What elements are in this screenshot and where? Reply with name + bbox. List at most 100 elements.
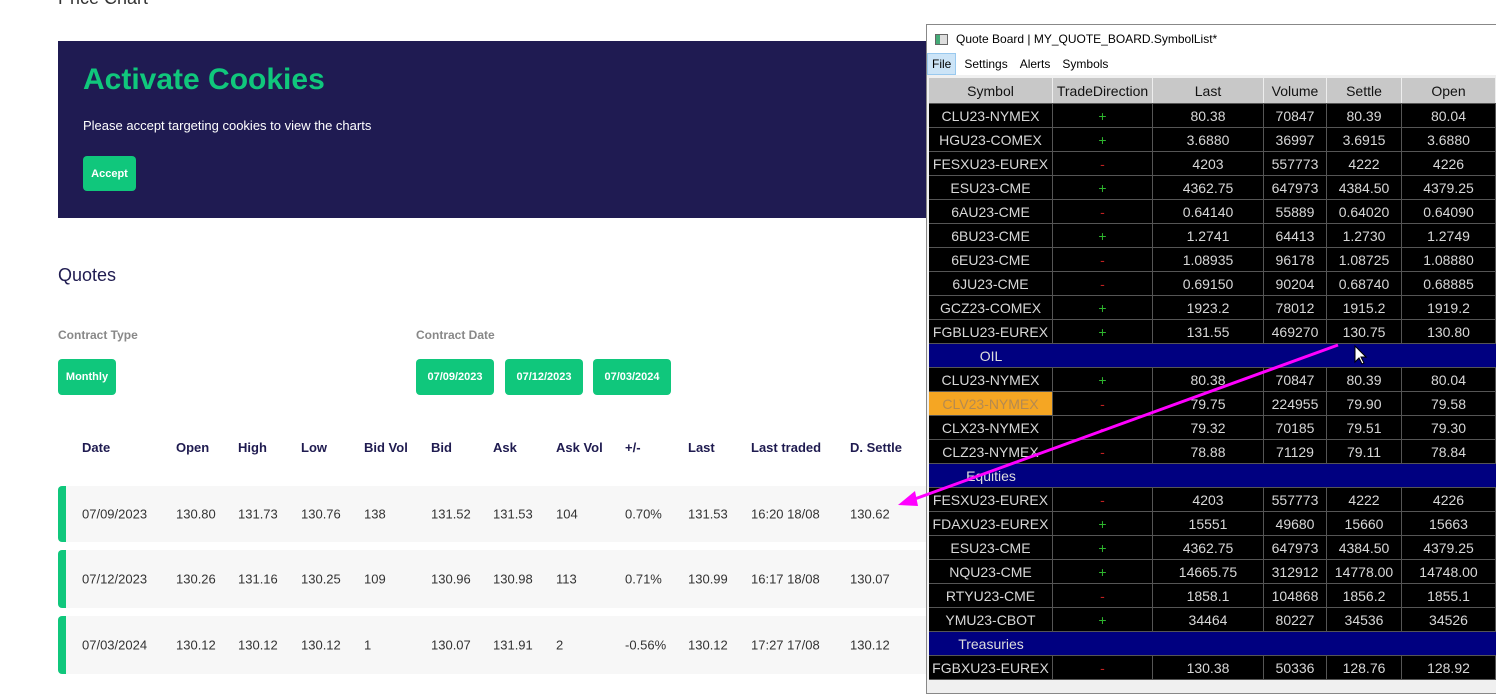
quotes-title: Quotes [58, 265, 117, 285]
grid-row[interactable]: GCZ23-COMEX +1923.2 78012 1915.2 1919.2 [929, 296, 1496, 320]
grid-cell: 224955 [1264, 392, 1327, 415]
table-cell: 131.73 [238, 506, 278, 522]
table-row[interactable]: 07/12/2023 130.26 131.16 130.25 109 130.96 130… [58, 550, 938, 608]
contract-date-button[interactable]: 07/03/2024 [593, 359, 671, 395]
table-cell: 113 [556, 571, 577, 587]
grid-cell: NQU23-CME [929, 560, 1053, 583]
grid-row[interactable]: HGU23-COMEX +3.6880 36997 3.6915 3.6880 [929, 128, 1496, 152]
grid-cell: FESXU23-EUREX [929, 152, 1053, 175]
grid-cell: 4203 [1153, 152, 1264, 175]
grid-cell: 4362.75 [1153, 536, 1264, 559]
menu-bar: File Settings Alerts Symbols [927, 53, 1496, 75]
menu-symbols[interactable]: Symbols [1058, 54, 1112, 74]
grid-row[interactable]: FESXU23-EUREX -4203 557773 4222 4226 [929, 152, 1496, 176]
menu-file[interactable]: File [927, 53, 957, 75]
grid-cell: 14748.00 [1402, 560, 1496, 583]
table-cell: 131.91 [493, 637, 533, 653]
grid-row[interactable]: FDAXU23-EUREX +15551 49680 15660 15663 [929, 512, 1496, 536]
table-cell: 131.53 [493, 506, 533, 522]
grid-cell: 4379.25 [1402, 536, 1496, 559]
grid-cell: 49680 [1264, 512, 1327, 535]
table-cell: 07/09/2023 [82, 506, 148, 522]
accept-button[interactable]: Accept [83, 156, 136, 191]
grid-column-header[interactable]: Last [1153, 78, 1264, 103]
grid-cell: 1858.1 [1153, 584, 1264, 607]
column-header: Date [82, 440, 111, 455]
grid-column-header[interactable]: Open [1402, 78, 1496, 103]
grid-cell: 1.08880 [1402, 248, 1496, 271]
grid-row[interactable]: CLX23-NYMEX -79.32 70185 79.51 79.30 [929, 416, 1496, 440]
table-row[interactable]: 07/09/2023 130.80 131.73 130.76 138 131.52 131… [58, 486, 938, 542]
column-header: Bid Vol [364, 440, 408, 455]
grid-cell: 647973 [1264, 176, 1327, 199]
column-header: Ask [493, 440, 517, 455]
trade-direction-cell: - [1053, 584, 1153, 607]
quote-board-window: Quote Board | MY_QUOTE_BOARD.SymbolList*… [926, 24, 1496, 694]
grid-row[interactable]: 6AU23-CME -0.64140 55889 0.64020 0.64090 [929, 200, 1496, 224]
table-cell: 130.62 [850, 506, 890, 522]
table-cell: 131.16 [238, 571, 278, 587]
menu-settings[interactable]: Settings [960, 54, 1011, 74]
grid-column-header[interactable]: Settle [1327, 78, 1402, 103]
table-row[interactable]: 07/03/2024 130.12 130.12 130.12 1 130.07 131.9… [58, 616, 938, 674]
grid-cell: FESXU23-EUREX [929, 488, 1053, 511]
grid-row[interactable]: YMU23-CBOT +34464 80227 34536 34526 [929, 608, 1496, 632]
cookie-banner: Activate Cookies Please accept targeting… [58, 41, 938, 218]
menu-alerts[interactable]: Alerts [1016, 54, 1055, 74]
grid-cell: 0.64140 [1153, 200, 1264, 223]
contract-date-button[interactable]: 07/12/2023 [505, 359, 583, 395]
grid-header: Symbol TradeDirection Last Volume Settle Open [929, 78, 1496, 104]
grid-row[interactable]: CLV23-NYMEX -79.75 224955 79.90 79.58 [929, 392, 1496, 416]
grid-row[interactable]: 6EU23-CME -1.08935 96178 1.08725 1.08880 [929, 248, 1496, 272]
grid-row[interactable]: ESU23-CME +4362.75 647973 4384.50 4379.25 [929, 176, 1496, 200]
grid-row[interactable]: RTYU23-CME -1858.1 104868 1856.2 1855.1 [929, 584, 1496, 608]
trade-direction-cell: - [1053, 200, 1153, 223]
grid-row[interactable]: FESXU23-EUREX -4203 557773 4222 4226 [929, 488, 1496, 512]
grid-cell: 79.90 [1327, 392, 1402, 415]
grid-cell: 96178 [1264, 248, 1327, 271]
grid-cell: 34536 [1327, 608, 1402, 631]
grid-cell: CLV23-NYMEX [929, 392, 1053, 415]
grid-cell: 4222 [1327, 152, 1402, 175]
grid-cell: 15660 [1327, 512, 1402, 535]
grid-cell: RTYU23-CME [929, 584, 1053, 607]
grid-row[interactable]: CLU23-NYMEX +80.38 70847 80.39 80.04 [929, 104, 1496, 128]
table-cell: 0.70% [625, 506, 662, 522]
grid-row[interactable]: NQU23-CME +14665.75 312912 14778.00 14748.00 [929, 560, 1496, 584]
grid-row[interactable]: CLU23-NYMEX +80.38 70847 80.39 80.04 [929, 368, 1496, 392]
window-titlebar[interactable]: Quote Board | MY_QUOTE_BOARD.SymbolList* [927, 25, 1496, 53]
grid-cell: 130.80 [1402, 320, 1496, 343]
grid-cell: 557773 [1264, 488, 1327, 511]
trade-direction-cell: + [1053, 296, 1153, 319]
trade-direction-cell: + [1053, 128, 1153, 151]
grid-cell: 128.92 [1402, 656, 1496, 679]
grid-cell: 71129 [1264, 440, 1327, 463]
grid-column-header[interactable]: Symbol [929, 78, 1053, 103]
table-cell: 130.26 [176, 571, 216, 587]
grid-cell: 15663 [1402, 512, 1496, 535]
table-cell: 07/03/2024 [82, 637, 148, 653]
grid-row[interactable]: ESU23-CME +4362.75 647973 4384.50 4379.25 [929, 536, 1496, 560]
table-cell: 138 [364, 506, 386, 522]
table-cell: 17:27 17/08 [751, 637, 820, 653]
table-cell: 130.96 [431, 571, 471, 587]
grid-row[interactable]: 6JU23-CME -0.69150 90204 0.68740 0.68885 [929, 272, 1496, 296]
table-cell: 130.12 [176, 637, 216, 653]
grid-column-header[interactable]: TradeDirection [1053, 78, 1153, 103]
contract-date-label: Contract Date [416, 328, 495, 342]
grid-cell: 1.2730 [1327, 224, 1402, 247]
grid-cell: 1.08725 [1327, 248, 1402, 271]
grid-cell: 78012 [1264, 296, 1327, 319]
trade-direction-cell: + [1053, 368, 1153, 391]
grid-row[interactable]: CLZ23-NYMEX -78.88 71129 79.11 78.84 [929, 440, 1496, 464]
grid-column-header[interactable]: Volume [1264, 78, 1327, 103]
grid-cell: 0.69150 [1153, 272, 1264, 295]
grid-cell: 131.55 [1153, 320, 1264, 343]
grid-cell: 6BU23-CME [929, 224, 1053, 247]
grid-row[interactable]: FGBXU23-EUREX -130.38 50336 128.76 128.92 [929, 656, 1496, 680]
table-cell: 104 [556, 506, 578, 522]
grid-row[interactable]: FGBLU23-EUREX +131.55 469270 130.75 130.80 [929, 320, 1496, 344]
contract-date-button[interactable]: 07/09/2023 [416, 359, 494, 395]
grid-row[interactable]: 6BU23-CME +1.2741 64413 1.2730 1.2749 [929, 224, 1496, 248]
contract-type-monthly-button[interactable]: Monthly [58, 359, 116, 395]
